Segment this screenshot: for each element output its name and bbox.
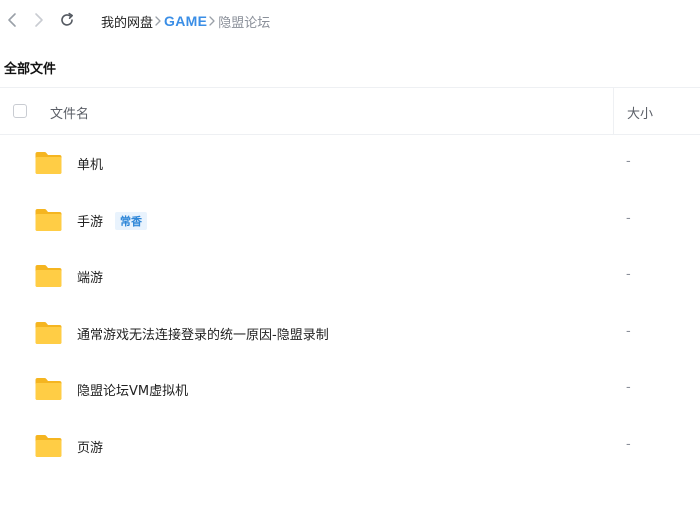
folder-icon — [35, 265, 62, 287]
folder-icon — [35, 208, 62, 231]
column-header-size[interactable]: 大小 — [627, 103, 653, 122]
chevron-right-icon — [154, 15, 162, 27]
file-name-text: 页游 — [77, 440, 104, 456]
file-name-text: 隐盟论坛VM虚拟机 — [77, 384, 189, 399]
file-size: - — [626, 154, 631, 169]
top-toolbar: 我的网盘 GAME 隐盟论坛 — [0, 0, 700, 40]
table-header: 文件名 大小 — [0, 88, 700, 135]
file-size: - — [626, 380, 631, 395]
file-name[interactable]: 隐盟论坛VM虚拟机 — [77, 380, 188, 399]
breadcrumb-item-root[interactable]: 我的网盘 — [101, 12, 153, 31]
file-row[interactable]: 隐盟论坛VM虚拟机 - — [0, 361, 700, 418]
select-all-checkbox[interactable] — [13, 104, 27, 118]
file-name-text: 单机 — [77, 158, 104, 173]
file-name-text: 通常游戏无法连接登录的统一原因-隐盟录制 — [77, 327, 329, 343]
file-row[interactable]: 手游 常香 - — [0, 192, 700, 249]
refresh-icon — [61, 12, 73, 26]
page-title: 全部文件 — [4, 62, 57, 77]
breadcrumb-item-game[interactable]: GAME — [164, 13, 207, 29]
breadcrumb-item-current: 隐盟论坛 — [218, 15, 271, 31]
file-size: - — [626, 267, 631, 282]
folder-icon — [35, 152, 62, 174]
refresh-button[interactable] — [58, 11, 76, 29]
folder-icon — [35, 378, 62, 400]
file-name[interactable]: 通常游戏无法连接登录的统一原因-隐盟录制 — [77, 324, 329, 343]
chevron-left-icon — [8, 13, 16, 27]
file-name[interactable]: 手游 常香 — [77, 211, 148, 230]
file-row[interactable]: 页游 - — [0, 418, 700, 475]
file-row[interactable]: 单机 - — [0, 135, 700, 192]
file-row[interactable]: 端游 - — [0, 248, 700, 305]
column-resize-handle[interactable] — [613, 88, 614, 134]
frequent-tag-badge: 常香 — [115, 211, 148, 230]
file-row[interactable]: 通常游戏无法连接登录的统一原因-隐盟录制 - — [0, 305, 700, 362]
column-header-name[interactable]: 文件名 — [50, 103, 89, 122]
forward-button[interactable] — [30, 11, 48, 29]
chevron-right-icon — [35, 13, 43, 27]
file-name[interactable]: 端游 — [77, 267, 103, 286]
file-name[interactable]: 单机 — [77, 154, 103, 173]
file-name[interactable]: 页游 — [77, 437, 103, 456]
file-list: 单机 - 手游 常香 - 端游 - 通常游戏无法连接登录的统一原因-隐盟录制 - 隐盟论坛… — [0, 135, 700, 474]
folder-icon — [35, 434, 62, 457]
file-size: - — [626, 210, 631, 226]
file-name-text: 手游 — [77, 214, 104, 230]
folder-icon — [35, 321, 62, 344]
file-name-text: 端游 — [77, 271, 104, 286]
breadcrumb: 我的网盘 GAME 隐盟论坛 — [101, 11, 270, 31]
file-size: - — [626, 436, 631, 452]
chevron-right-icon — [208, 15, 216, 27]
back-button[interactable] — [3, 11, 21, 29]
file-size: - — [626, 323, 631, 339]
